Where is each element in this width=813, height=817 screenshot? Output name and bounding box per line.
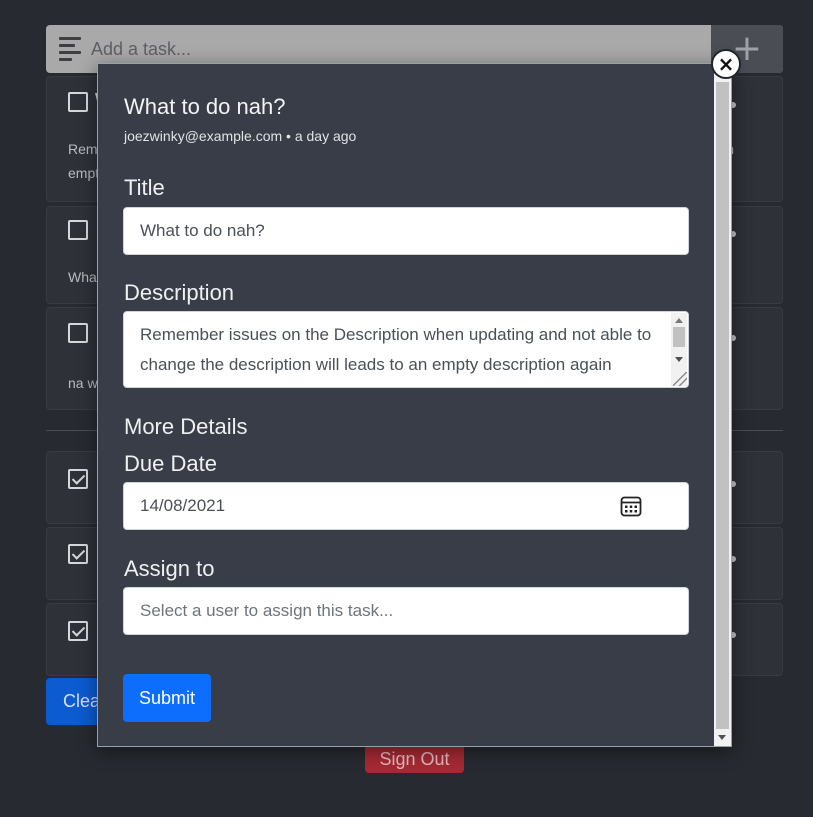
assign-to-label: Assign to xyxy=(124,556,215,581)
scroll-down-icon[interactable] xyxy=(675,357,683,362)
app-root: + W Rem empt n What na w Clea Sign Out W… xyxy=(0,0,813,817)
title-label: Title xyxy=(124,175,165,200)
scroll-up-icon[interactable] xyxy=(675,318,683,323)
task-checkbox-checked[interactable] xyxy=(68,621,88,641)
description-text: Remember issues on the Description when … xyxy=(140,325,652,374)
due-date-input[interactable] xyxy=(123,482,689,530)
task-checkbox[interactable] xyxy=(68,92,88,112)
due-date-label: Due Date xyxy=(124,451,217,476)
modal-scrollbar[interactable] xyxy=(714,64,731,746)
modal-content: What to do nah? joezwinky@example.com • … xyxy=(98,64,715,746)
description-textarea[interactable]: Remember issues on the Description when … xyxy=(123,311,689,388)
modal-meta: joezwinky@example.com • a day ago xyxy=(124,128,357,144)
text-align-left-icon xyxy=(59,37,81,61)
task-checkbox-checked[interactable] xyxy=(68,469,88,489)
calendar-icon[interactable] xyxy=(620,495,642,517)
description-label: Description xyxy=(124,280,235,305)
submit-button[interactable]: Submit xyxy=(123,674,211,722)
scroll-down-icon[interactable] xyxy=(718,735,726,740)
resize-grip-icon[interactable] xyxy=(673,372,687,386)
more-details-heading: More Details xyxy=(124,414,248,439)
modal-scroll-thumb[interactable] xyxy=(716,82,729,729)
task-checkbox[interactable] xyxy=(68,220,88,240)
close-modal-button[interactable]: × xyxy=(711,49,741,79)
task-checkbox-checked[interactable] xyxy=(68,544,88,564)
assign-user-input[interactable] xyxy=(123,587,689,635)
task-checkbox[interactable] xyxy=(68,323,88,343)
modal-title: What to do nah? xyxy=(124,94,286,119)
textarea-scroll-thumb[interactable] xyxy=(673,327,685,347)
title-input[interactable] xyxy=(123,207,689,255)
edit-task-modal: What to do nah? joezwinky@example.com • … xyxy=(97,63,732,747)
